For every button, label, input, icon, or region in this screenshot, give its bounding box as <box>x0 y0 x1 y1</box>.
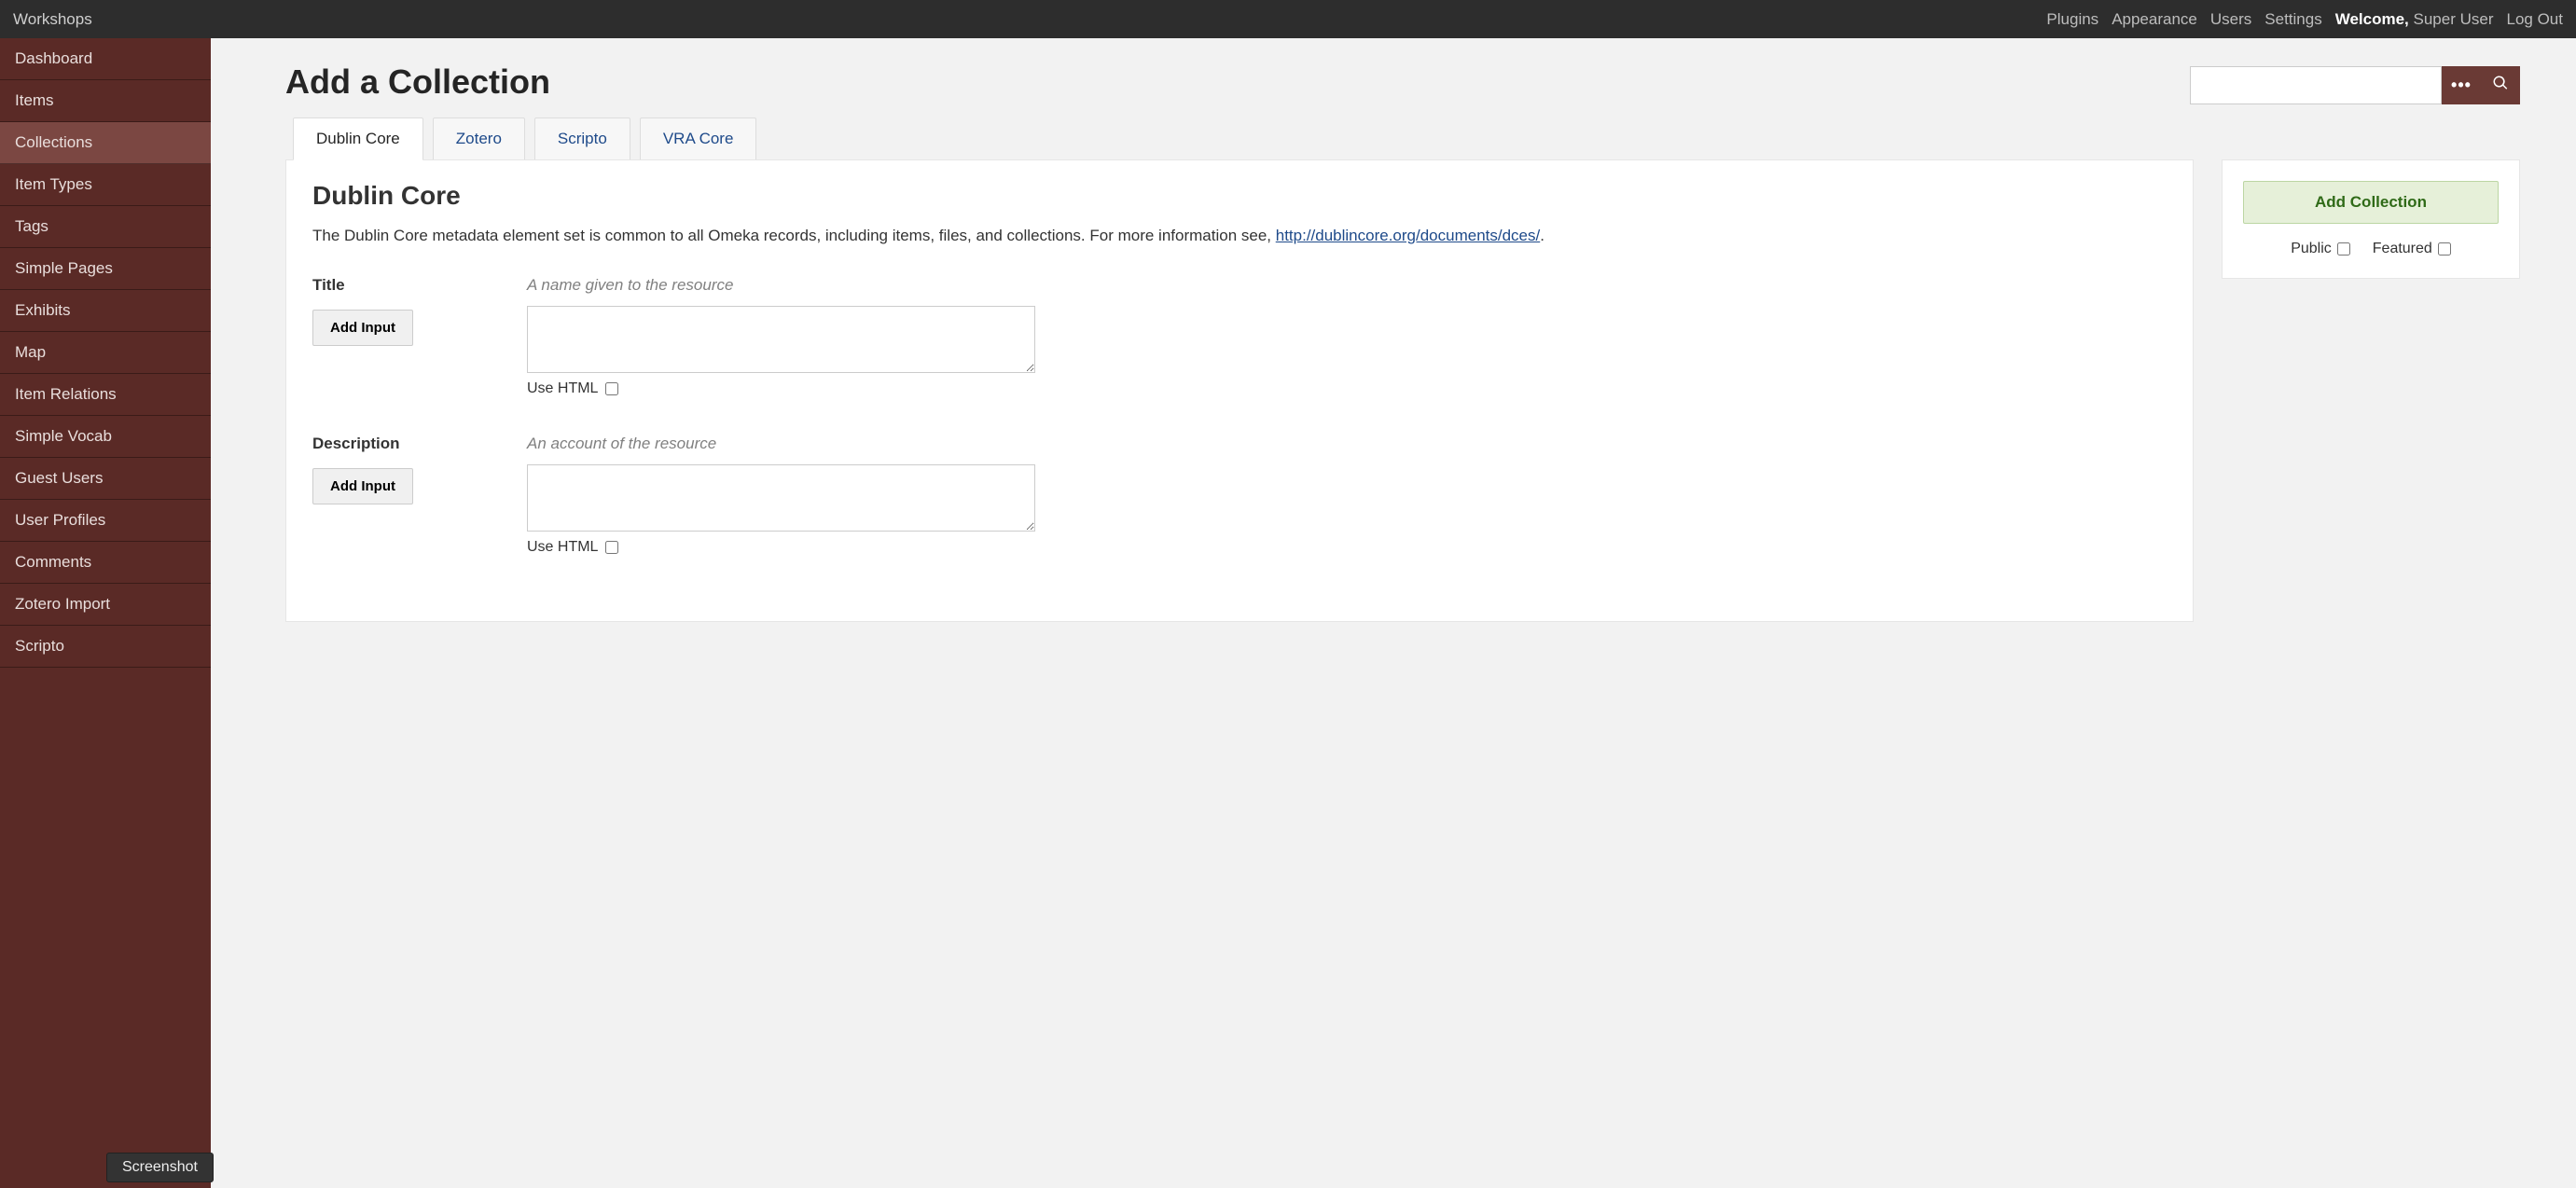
sidebar-item-comments[interactable]: Comments <box>0 542 211 584</box>
search-icon <box>2492 75 2509 96</box>
topbar: Workshops Plugins Appearance Users Setti… <box>0 0 2576 38</box>
tabs: Dublin CoreZoteroScriptoVRA Core <box>293 117 2520 160</box>
field-row-title: Title Add Input A name given to the resour… <box>312 276 2167 397</box>
top-nav: Plugins Appearance Users Settings Welcom… <box>2046 10 2563 29</box>
field-row-description: Description Add Input An account of the re… <box>312 435 2167 556</box>
dublin-core-panel: Dublin Core The Dublin Core metadata ele… <box>285 159 2194 622</box>
sidebar-item-zotero-import[interactable]: Zotero Import <box>0 584 211 626</box>
save-panel: Add Collection Public Featured <box>2222 159 2520 279</box>
sidebar-item-items[interactable]: Items <box>0 80 211 122</box>
field-hint: A name given to the resource <box>527 276 2167 295</box>
description-textarea[interactable] <box>527 464 1035 532</box>
use-html-label: Use HTML <box>527 380 598 397</box>
sidebar-item-simple-vocab[interactable]: Simple Vocab <box>0 416 211 458</box>
nav-users[interactable]: Users <box>2210 10 2251 29</box>
search-box <box>2190 66 2520 104</box>
add-input-button[interactable]: Add Input <box>312 310 413 346</box>
main-content: Add a Collection Dublin CoreZoteroScript… <box>211 38 2576 1188</box>
nav-logout[interactable]: Log Out <box>2507 10 2564 29</box>
public-checkbox[interactable] <box>2337 242 2350 256</box>
sidebar-item-map[interactable]: Map <box>0 332 211 374</box>
sidebar-item-scripto[interactable]: Scripto <box>0 626 211 668</box>
use-html-checkbox[interactable] <box>605 541 618 554</box>
sidebar-item-dashboard[interactable]: Dashboard <box>0 38 211 80</box>
sidebar-item-guest-users[interactable]: Guest Users <box>0 458 211 500</box>
tab-zotero[interactable]: Zotero <box>433 117 525 160</box>
nav-appearance[interactable]: Appearance <box>2112 10 2197 29</box>
tab-scripto[interactable]: Scripto <box>534 117 630 160</box>
section-heading: Dublin Core <box>312 181 2167 211</box>
sidebar-item-item-types[interactable]: Item Types <box>0 164 211 206</box>
sidebar-item-item-relations[interactable]: Item Relations <box>0 374 211 416</box>
nav-settings[interactable]: Settings <box>2264 10 2321 29</box>
sidebar-item-simple-pages[interactable]: Simple Pages <box>0 248 211 290</box>
field-label: Description <box>312 435 499 453</box>
use-html-label: Use HTML <box>527 539 598 556</box>
search-options-button[interactable] <box>2442 66 2481 104</box>
title-textarea[interactable] <box>527 306 1035 373</box>
sidebar-item-user-profiles[interactable]: User Profiles <box>0 500 211 542</box>
dots-icon <box>2451 76 2472 95</box>
dublin-core-link[interactable]: http://dublincore.org/documents/dces/ <box>1276 227 1541 244</box>
tab-vra-core[interactable]: VRA Core <box>640 117 757 160</box>
screenshot-button[interactable]: Screenshot <box>106 1153 214 1182</box>
featured-checkbox[interactable] <box>2438 242 2451 256</box>
field-label: Title <box>312 276 499 295</box>
public-toggle[interactable]: Public <box>2291 241 2350 257</box>
search-submit-button[interactable] <box>2481 66 2520 104</box>
featured-toggle[interactable]: Featured <box>2373 241 2451 257</box>
sidebar: DashboardItemsCollectionsItem TypesTagsS… <box>0 38 211 1188</box>
site-title[interactable]: Workshops <box>13 10 92 29</box>
field-hint: An account of the resource <box>527 435 2167 453</box>
nav-plugins[interactable]: Plugins <box>2046 10 2098 29</box>
sidebar-item-collections[interactable]: Collections <box>0 122 211 164</box>
sidebar-item-tags[interactable]: Tags <box>0 206 211 248</box>
use-html-checkbox[interactable] <box>605 382 618 395</box>
search-input[interactable] <box>2190 66 2442 104</box>
add-input-button[interactable]: Add Input <box>312 468 413 504</box>
tab-dublin-core[interactable]: Dublin Core <box>293 117 423 160</box>
section-description: The Dublin Core metadata element set is … <box>312 224 2167 248</box>
page-title: Add a Collection <box>285 62 2162 102</box>
sidebar-item-exhibits[interactable]: Exhibits <box>0 290 211 332</box>
add-collection-button[interactable]: Add Collection <box>2243 181 2499 224</box>
welcome-text[interactable]: Welcome, Super User <box>2335 10 2494 29</box>
